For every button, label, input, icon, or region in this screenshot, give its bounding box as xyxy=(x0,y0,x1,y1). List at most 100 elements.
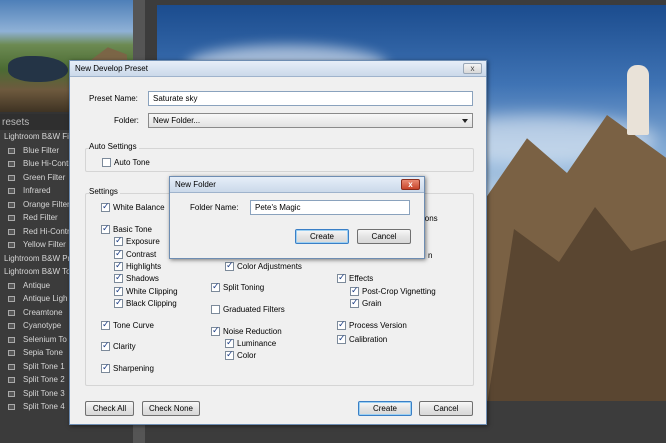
preset-icon xyxy=(8,174,15,181)
dialog-titlebar[interactable]: New Develop Preset x xyxy=(70,61,486,77)
color-checkbox[interactable]: Color xyxy=(225,350,256,360)
preset-label: Lightroom B&W To xyxy=(4,267,71,276)
checkbox-box xyxy=(350,298,359,308)
cancel-button[interactable]: Cancel xyxy=(419,401,473,416)
noise-reduction-checkbox[interactable]: Noise Reduction xyxy=(211,326,282,336)
preset-label: Orange Filter xyxy=(23,199,70,209)
sharpening-checkbox[interactable]: Sharpening xyxy=(101,363,154,373)
preset-label: Red Filter xyxy=(23,213,58,222)
highlights-checkbox[interactable]: Highlights xyxy=(114,261,161,271)
graduated-filters-checkbox[interactable]: Graduated Filters xyxy=(211,304,285,314)
checkbox-box xyxy=(350,286,359,296)
checkbox-label: Grain xyxy=(362,298,382,308)
grain-checkbox[interactable]: Grain xyxy=(350,298,382,308)
preset-icon xyxy=(8,296,15,302)
calibration-checkbox[interactable]: Calibration xyxy=(337,334,387,344)
preset-label: Cyanotype xyxy=(23,321,62,330)
preset-label: Lightroom B&W Fi xyxy=(4,132,69,141)
checkbox-label: Post-Crop Vignetting xyxy=(362,286,436,296)
color-adjustments-checkbox[interactable]: Color Adjustments xyxy=(225,261,302,271)
checkbox-box xyxy=(101,363,110,373)
post-crop-vignetting-checkbox[interactable]: Post-Crop Vignetting xyxy=(350,286,436,296)
close-button[interactable]: x xyxy=(401,179,420,190)
checkbox-label: Process Version xyxy=(349,320,407,330)
folder-name-input[interactable]: Pete's Magic xyxy=(250,200,410,215)
folder-select[interactable]: New Folder... xyxy=(148,113,473,128)
checkbox-label: Calibration xyxy=(349,334,388,344)
split-toning-checkbox[interactable]: Split Toning xyxy=(211,282,264,292)
checkbox-label: Luminance xyxy=(237,338,277,348)
auto-tone-checkbox[interactable]: Auto Tone xyxy=(102,157,150,167)
contrast-checkbox[interactable]: Contrast xyxy=(114,249,156,259)
basic-tone-checkbox[interactable]: Basic Tone xyxy=(101,224,152,234)
checkbox-label: Graduated Filters xyxy=(223,304,285,314)
checkbox-label: Highlights xyxy=(126,261,162,271)
checkbox-box xyxy=(225,338,234,348)
dialog-title: New Folder xyxy=(175,180,216,189)
checkbox-box xyxy=(114,236,123,246)
checkbox-box xyxy=(114,286,123,296)
checkbox-box xyxy=(114,261,123,271)
preset-icon xyxy=(8,377,15,383)
preset-label: Blue Filter xyxy=(23,145,60,155)
create-button[interactable]: Create xyxy=(295,229,349,244)
preset-icon xyxy=(8,242,15,248)
checkbox-box xyxy=(337,273,346,283)
preset-icon xyxy=(8,228,15,235)
preset-icon xyxy=(8,336,15,343)
preset-icon xyxy=(8,323,15,329)
preset-name-label: Preset Name: xyxy=(89,94,138,103)
process-version-checkbox[interactable]: Process Version xyxy=(337,320,407,330)
folder-label: Folder: xyxy=(114,116,139,125)
tone-curve-checkbox[interactable]: Tone Curve xyxy=(101,320,154,330)
check-none-button[interactable]: Check None xyxy=(142,401,200,416)
preset-icon xyxy=(8,282,15,289)
create-button[interactable]: Create xyxy=(358,401,412,416)
preset-icon xyxy=(8,390,15,397)
checkbox-label: Sharpening xyxy=(113,363,154,373)
partially-hidden-label: n xyxy=(428,251,433,260)
settings-label: Settings xyxy=(89,187,120,196)
luminance-checkbox[interactable]: Luminance xyxy=(225,338,276,348)
checkbox-box xyxy=(211,282,220,292)
preset-label: Sepia Tone xyxy=(23,348,63,357)
preset-label: Blue Hi-Contr xyxy=(23,159,72,168)
preset-icon xyxy=(8,215,15,221)
preset-label: Antique xyxy=(23,280,51,290)
checkbox-box xyxy=(102,157,111,167)
preset-label: Yellow Filter xyxy=(23,240,66,249)
preset-label: Selenium To xyxy=(23,334,67,344)
preset-label: Red Hi-Contr xyxy=(23,226,70,236)
black-clipping-checkbox[interactable]: Black Clipping xyxy=(114,298,177,308)
auto-settings-label: Auto Settings xyxy=(89,142,139,151)
preset-icon xyxy=(8,404,15,410)
checkbox-label: Split Toning xyxy=(223,282,265,292)
folder-select-value: New Folder... xyxy=(153,116,201,125)
preset-label: Split Tone 1 xyxy=(23,361,65,371)
checkbox-label: Color Adjustments xyxy=(237,261,302,271)
checkbox-label: Contrast xyxy=(126,249,157,259)
checkbox-box xyxy=(114,273,123,283)
shadows-checkbox[interactable]: Shadows xyxy=(114,273,159,283)
checkbox-box xyxy=(211,326,220,336)
folder-name-label: Folder Name: xyxy=(190,203,239,212)
effects-checkbox[interactable]: Effects xyxy=(337,273,373,283)
preset-icon xyxy=(8,147,15,154)
exposure-checkbox[interactable]: Exposure xyxy=(114,236,160,246)
checkbox-label: Black Clipping xyxy=(126,298,177,308)
checkbox-label: Tone Curve xyxy=(113,320,154,330)
checkbox-box xyxy=(101,341,110,351)
dialog-titlebar[interactable]: New Folder x xyxy=(170,177,424,193)
checkbox-label: Clarity xyxy=(113,341,136,351)
white-balance-checkbox[interactable]: White Balance xyxy=(101,202,165,212)
cancel-button[interactable]: Cancel xyxy=(357,229,411,244)
preset-name-input[interactable]: Saturate sky xyxy=(148,91,473,106)
check-all-button[interactable]: Check All xyxy=(85,401,134,416)
preset-icon xyxy=(8,188,15,194)
clarity-checkbox[interactable]: Clarity xyxy=(101,341,136,351)
dialog-title: New Develop Preset xyxy=(75,64,148,73)
white-clipping-checkbox[interactable]: White Clipping xyxy=(114,286,178,296)
preset-label: Creamtone xyxy=(23,307,63,317)
close-button[interactable]: x xyxy=(463,63,482,74)
checkbox-label: White Balance xyxy=(113,202,165,212)
